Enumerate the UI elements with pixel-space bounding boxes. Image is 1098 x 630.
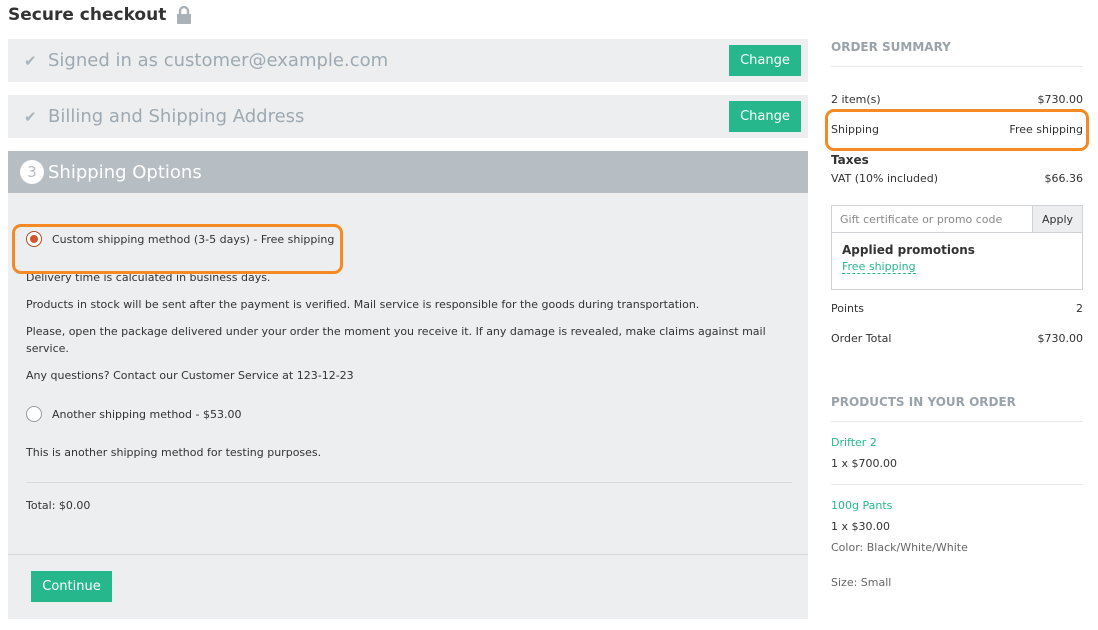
order-summary-title: ORDER SUMMARY [831, 40, 1083, 67]
shipping-description: This is another shipping method for test… [26, 446, 322, 459]
product-qty-price: 1 x $700.00 [831, 457, 897, 470]
promo-code-input[interactable] [832, 206, 1032, 232]
shipping-option-custom[interactable]: Custom shipping method (3-5 days) - Free… [12, 224, 792, 274]
shipping-radio-another[interactable] [26, 406, 42, 422]
order-total-value: $730.00 [1037, 332, 1084, 345]
summary-vat-row: VAT (10% included) $66.36 [831, 172, 1083, 185]
shipping-description: Please, open the package delivered under… [26, 325, 766, 355]
checkmark-icon: ✔ [24, 107, 37, 126]
applied-promotions-title: Applied promotions [842, 243, 975, 257]
step-number: 3 [20, 160, 44, 184]
product-item: 100g Pants 1 x $30.00 Color: Black/White… [831, 499, 1083, 589]
step-shipping-title: Shipping Options [48, 161, 202, 183]
divider [26, 482, 792, 483]
checkmark-icon: ✔ [24, 51, 37, 70]
step-address-label: Billing and Shipping Address [48, 106, 305, 127]
shipping-option-another[interactable]: Another shipping method - $53.00 [26, 406, 792, 422]
order-total-label: Order Total [831, 332, 892, 345]
vat-label: VAT (10% included) [831, 172, 939, 185]
checkout-steps: ✔ Signed in as customer@example.com Chan… [8, 39, 808, 619]
step-shipping-header: 3 Shipping Options [8, 151, 808, 207]
step-address: ✔ Billing and Shipping Address Change [8, 95, 808, 138]
shipping-total: Total: $0.00 [26, 499, 91, 512]
shipping-option-another-label: Another shipping method - $53.00 [52, 407, 242, 421]
shipping-description: Products in stock will be sent after the… [26, 298, 700, 311]
promo-code-box: Apply [831, 205, 1083, 233]
summary-items-row: 2 item(s) $730.00 [831, 93, 1083, 106]
product-color: Color: Black/White/White [831, 541, 968, 554]
apply-promo-button[interactable]: Apply [1032, 206, 1082, 232]
applied-promotions: Applied promotions Free shipping [831, 233, 1083, 290]
highlight-outline [12, 224, 343, 274]
lock-icon [177, 6, 192, 24]
highlight-outline [825, 109, 1089, 151]
page-title: Secure checkout [8, 5, 192, 25]
product-qty-price: 1 x $30.00 [831, 520, 890, 533]
points-value: 2 [1076, 302, 1083, 315]
summary-total-row: Order Total $730.00 [831, 332, 1083, 345]
step-signed-in-label: Signed in as customer@example.com [48, 50, 389, 71]
product-item: Drifter 2 1 x $700.00 [831, 436, 1083, 485]
points-label: Points [831, 302, 865, 315]
products-title: PRODUCTS IN YOUR ORDER [831, 395, 1083, 422]
page-title-text: Secure checkout [8, 5, 167, 25]
change-address-button[interactable]: Change [729, 101, 801, 132]
shipping-options-panel: Custom shipping method (3-5 days) - Free… [8, 193, 808, 554]
product-name-link[interactable]: Drifter 2 [831, 436, 1083, 449]
continue-button[interactable]: Continue [31, 571, 112, 602]
product-size: Size: Small [831, 576, 892, 589]
shipping-description: Any questions? Contact our Customer Serv… [26, 369, 354, 382]
taxes-title: Taxes [831, 153, 869, 167]
step-footer: Continue [8, 554, 808, 619]
step-signed-in: ✔ Signed in as customer@example.com Chan… [8, 39, 808, 82]
items-label: 2 item(s) [831, 93, 881, 106]
summary-points-row: Points 2 [831, 302, 1083, 315]
order-summary: ORDER SUMMARY 2 item(s) $730.00 Shipping… [825, 40, 1089, 589]
vat-value: $66.36 [1044, 172, 1084, 185]
items-value: $730.00 [1037, 93, 1084, 106]
change-account-button[interactable]: Change [729, 45, 801, 76]
applied-promo-link[interactable]: Free shipping [842, 260, 916, 274]
product-name-link[interactable]: 100g Pants [831, 499, 1083, 512]
